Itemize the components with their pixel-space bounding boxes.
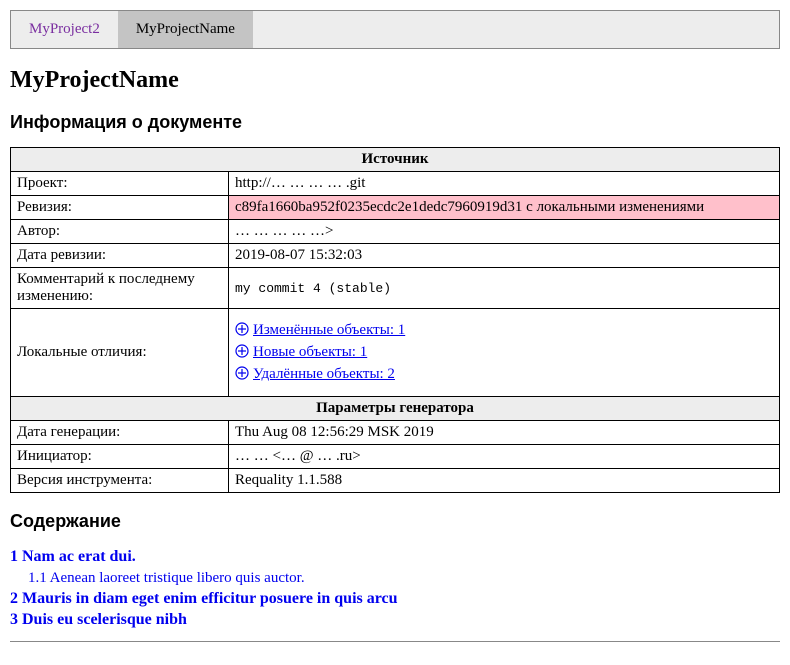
expand-icon	[235, 366, 249, 380]
revision-label: Ревизия:	[11, 196, 229, 220]
version-label: Версия инструмента:	[11, 469, 229, 493]
revision-value: c89fa1660ba952f0235ecdc2e1dedc7960919d31…	[229, 196, 780, 220]
project-label: Проект:	[11, 172, 229, 196]
section-info-heading: Информация о документе	[10, 112, 780, 133]
tab-bar: MyProject2 MyProjectName	[10, 10, 780, 49]
author-label: Автор:	[11, 220, 229, 244]
changed-objects-text: Изменённые объекты: 1	[253, 322, 405, 338]
revdate-value: 2019-08-07 15:32:03	[229, 244, 780, 268]
changed-objects-link[interactable]: Изменённые объекты: 1	[235, 322, 773, 339]
deleted-objects-link[interactable]: Удалённые объекты: 2	[235, 366, 773, 383]
gendate-label: Дата генерации:	[11, 421, 229, 445]
project-value: http://… … … … .git	[229, 172, 780, 196]
toc-item[interactable]: 1.1 Aenean laoreet tristique libero quis…	[28, 568, 780, 588]
version-value: Requality 1.1.588	[229, 469, 780, 493]
toc-item[interactable]: 3 Duis eu scelerisque nibh	[10, 609, 780, 631]
revdate-label: Дата ревизии:	[11, 244, 229, 268]
toc-item[interactable]: 2 Mauris in diam eget enim efficitur pos…	[10, 588, 780, 610]
toc-item[interactable]: 1 Nam ac erat dui.	[10, 546, 780, 568]
deleted-objects-text: Удалённые объекты: 2	[253, 366, 395, 382]
tab-myprojectname[interactable]: MyProjectName	[118, 11, 253, 48]
info-table: Источник Проект: http://… … … … .git Рев…	[10, 147, 780, 493]
initiator-label: Инициатор:	[11, 445, 229, 469]
comment-label: Комментарий к последнему изменению:	[11, 268, 229, 309]
author-value: … … … … …>	[229, 220, 780, 244]
expand-icon	[235, 344, 249, 358]
localdiff-label: Локальные отличия:	[11, 309, 229, 397]
source-header: Источник	[11, 148, 780, 172]
gendate-value: Thu Aug 08 12:56:29 MSK 2019	[229, 421, 780, 445]
page-title: MyProjectName	[10, 67, 780, 94]
new-objects-link[interactable]: Новые объекты: 1	[235, 344, 773, 361]
initiator-value: … … <… @ … .ru>	[229, 445, 780, 469]
tab-myproject2[interactable]: MyProject2	[11, 11, 118, 48]
section-toc-heading: Содержание	[10, 511, 780, 532]
expand-icon	[235, 322, 249, 336]
generator-header: Параметры генератора	[11, 397, 780, 421]
divider	[10, 641, 780, 642]
comment-value: my commit 4 (stable)	[229, 268, 780, 309]
localdiff-value: Изменённые объекты: 1 Новые объекты: 1 У…	[229, 309, 780, 397]
new-objects-text: Новые объекты: 1	[253, 344, 367, 360]
toc: 1 Nam ac erat dui. 1.1 Aenean laoreet tr…	[10, 546, 780, 631]
